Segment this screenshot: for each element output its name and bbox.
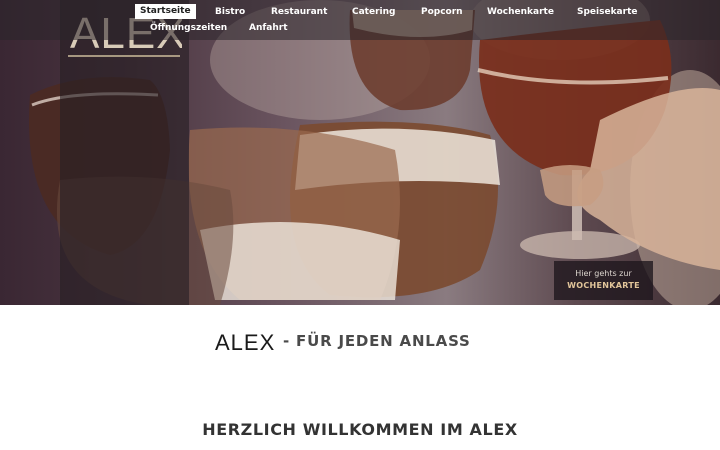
welcome-heading: HERZLICH WILLKOMMEN IM ALEX — [202, 420, 518, 439]
nav-item-oeffnungszeiten[interactable]: Öffnungszeiten — [150, 21, 227, 35]
nav-item-wochenkarte[interactable]: Wochenkarte — [487, 5, 554, 19]
nav-item-startseite[interactable]: Startseite — [135, 4, 196, 19]
weekly-menu-link-label: WOCHENKARTE — [567, 281, 640, 290]
tagline-text: - FÜR JEDEN ANLASS — [283, 332, 471, 350]
nav-item-speisekarte[interactable]: Speisekarte — [577, 5, 637, 19]
nav-item-restaurant[interactable]: Restaurant — [271, 5, 327, 19]
nav-item-catering[interactable]: Catering — [352, 5, 395, 19]
main-navigation: Startseite Bistro Restaurant Catering Po… — [0, 0, 720, 40]
tagline-alex-logo: ALEX — [215, 330, 275, 353]
nav-item-bistro[interactable]: Bistro — [215, 5, 245, 19]
nav-item-anfahrt[interactable]: Anfahrt — [249, 21, 288, 35]
hero-banner: ALEX Hier gehts zur WOCHENKARTE — [0, 0, 720, 305]
weekly-menu-link[interactable]: Hier gehts zur WOCHENKARTE — [554, 261, 653, 300]
tagline-alex-logo-text: ALEX — [215, 330, 275, 353]
nav-item-popcorn[interactable]: Popcorn — [421, 5, 463, 19]
weekly-menu-link-intro: Hier gehts zur — [575, 269, 632, 278]
